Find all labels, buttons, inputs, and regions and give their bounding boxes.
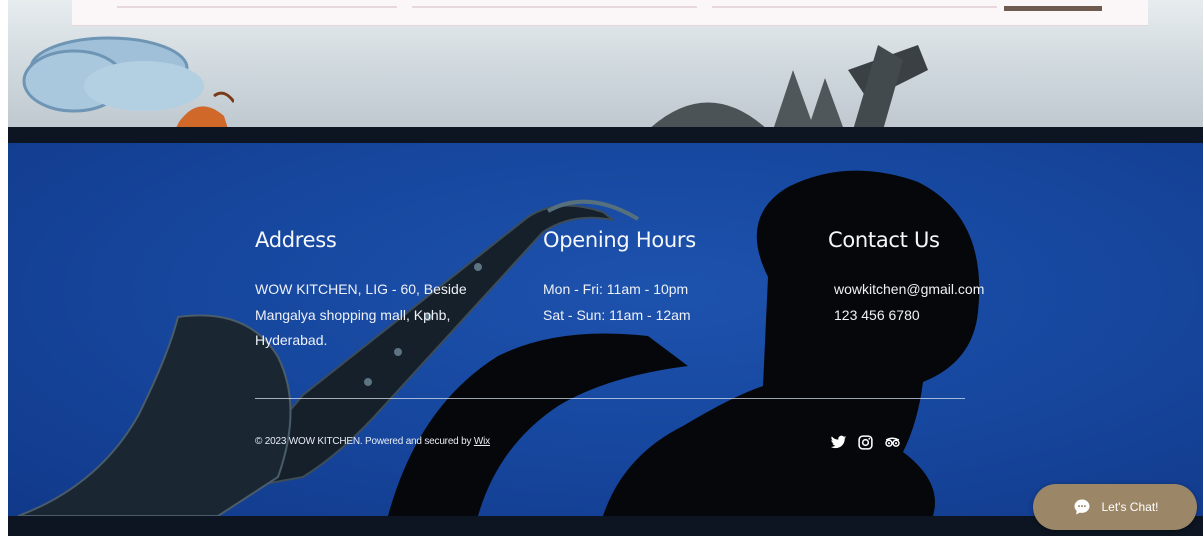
chat-label: Let's Chat! xyxy=(1101,500,1159,514)
address-column: Address WOW KITCHEN, LIG - 60, Beside Ma… xyxy=(255,228,505,354)
social-links xyxy=(830,433,901,451)
hero-banner xyxy=(8,0,1203,127)
form-field-3[interactable] xyxy=(712,6,997,8)
contact-heading: Contact Us xyxy=(828,228,940,252)
reservation-form-strip xyxy=(72,0,1148,26)
address-line: Hyderabad. xyxy=(255,332,328,348)
opening-hours-column: Opening Hours Mon - Fri: 11am - 10pm Sat… xyxy=(543,228,763,328)
bottom-bar xyxy=(8,516,1203,536)
copyright-text: © 2023 WOW KITCHEN. Powered and secured … xyxy=(255,436,490,447)
lets-chat-button[interactable]: Let's Chat! xyxy=(1033,484,1197,530)
form-field-1[interactable] xyxy=(117,6,397,8)
footer-divider xyxy=(255,398,965,399)
hours-line: Mon - Fri: 11am - 10pm xyxy=(543,281,689,297)
site-footer: Address WOW KITCHEN, LIG - 60, Beside Ma… xyxy=(8,127,1203,516)
instagram-icon[interactable] xyxy=(857,434,874,451)
contact-phone: 123 456 6780 xyxy=(834,306,920,323)
address-line: Mangalya shopping mall, Kphb, xyxy=(255,306,451,323)
address-heading: Address xyxy=(255,228,337,252)
address-line: WOW KITCHEN, LIG - 60, Beside xyxy=(255,281,467,297)
opening-hours-heading: Opening Hours xyxy=(543,228,696,252)
hours-line: Sat - Sun: 11am - 12am xyxy=(543,306,691,323)
form-submit-button[interactable] xyxy=(1004,6,1102,11)
3d-letters-decoration xyxy=(651,45,928,127)
wix-link[interactable]: Wix xyxy=(474,436,490,447)
chef-hat-illustration xyxy=(22,36,234,127)
tripadvisor-icon[interactable] xyxy=(884,434,901,451)
contact-email-link[interactable]: wowkitchen@gmail.com xyxy=(834,277,1068,303)
form-field-2[interactable] xyxy=(412,6,697,8)
contact-column: Contact Us wowkitchen@gmail.com 123 456 … xyxy=(828,228,1068,328)
chat-bubble-icon xyxy=(1072,497,1092,517)
twitter-icon[interactable] xyxy=(830,434,847,451)
copyright-label: © 2023 WOW KITCHEN. Powered and secured … xyxy=(255,436,474,447)
